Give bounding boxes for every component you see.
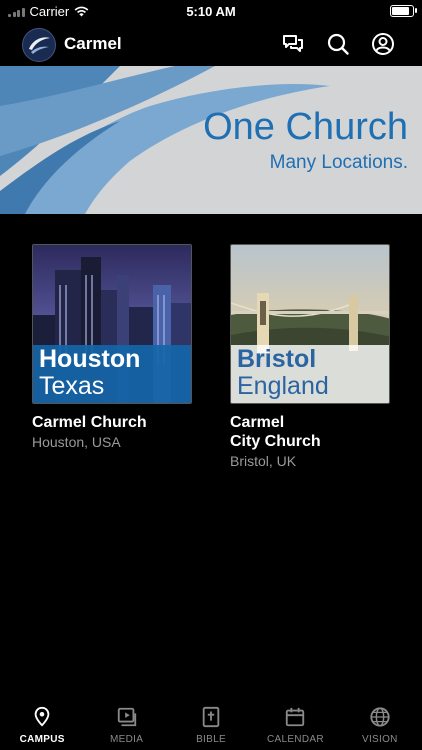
tab-calendar[interactable]: CALENDAR — [253, 700, 337, 750]
play-icon — [117, 707, 136, 727]
hero-banner: One Church Many Locations. — [0, 66, 422, 214]
tab-label: MEDIA — [110, 734, 144, 745]
logo-swoosh-icon — [29, 37, 50, 54]
tab-campus[interactable]: CAMPUS — [0, 700, 84, 750]
campus-overlay-houston: Houston Texas — [33, 345, 191, 403]
app-logo — [22, 28, 56, 62]
banner-subline: Many Locations. — [269, 152, 408, 173]
profile-icon[interactable] — [371, 32, 395, 56]
tab-label: CALENDAR — [266, 734, 324, 745]
campus-name-line1: Carmel — [230, 414, 285, 431]
status-bar: Carrier 5:10 AM — [0, 0, 422, 22]
banner-headline: One Church — [203, 106, 408, 148]
tab-label: CAMPUS — [19, 734, 65, 745]
campus-card-bristol[interactable]: Bristol England Carmel City Church Brist… — [230, 244, 390, 469]
bible-icon — [202, 706, 220, 728]
campus-name: Carmel City Church — [230, 413, 390, 451]
globe-icon — [370, 707, 390, 727]
campus-location: Bristol, UK — [230, 453, 297, 469]
campus-image-bristol: Bristol England — [230, 244, 390, 404]
overlay-region: England — [237, 372, 329, 400]
chat-icon[interactable] — [281, 32, 305, 56]
tab-label: VISION — [361, 734, 398, 745]
campus-image-houston: Houston Texas — [32, 244, 192, 404]
clock: 5:10 AM — [186, 4, 236, 19]
tab-bible[interactable]: BIBLE — [169, 700, 253, 750]
nav-bar: Carmel — [0, 22, 422, 66]
campus-name: Carmel Church — [32, 414, 147, 431]
campus-card-houston[interactable]: Houston Texas Carmel Church Houston, USA — [32, 244, 192, 450]
campus-overlay-bristol: Bristol England — [231, 345, 389, 403]
app-title: Carmel — [64, 34, 122, 53]
overlay-city: Houston — [39, 345, 141, 373]
campus-name-line2: City Church — [230, 433, 321, 450]
overlay-city: Bristol — [237, 345, 317, 373]
map-pin-icon — [34, 706, 50, 727]
overlay-region: Texas — [39, 372, 105, 400]
tab-bar: CAMPUS MEDIA BIBLE CALENDAR VISION — [0, 700, 422, 750]
tab-media[interactable]: MEDIA — [84, 700, 168, 750]
calendar-icon — [286, 707, 305, 727]
tab-label: BIBLE — [196, 734, 226, 745]
battery-icon — [390, 5, 417, 17]
tab-vision[interactable]: VISION — [338, 700, 422, 750]
search-icon[interactable] — [326, 32, 350, 56]
campus-location: Houston, USA — [32, 434, 121, 450]
